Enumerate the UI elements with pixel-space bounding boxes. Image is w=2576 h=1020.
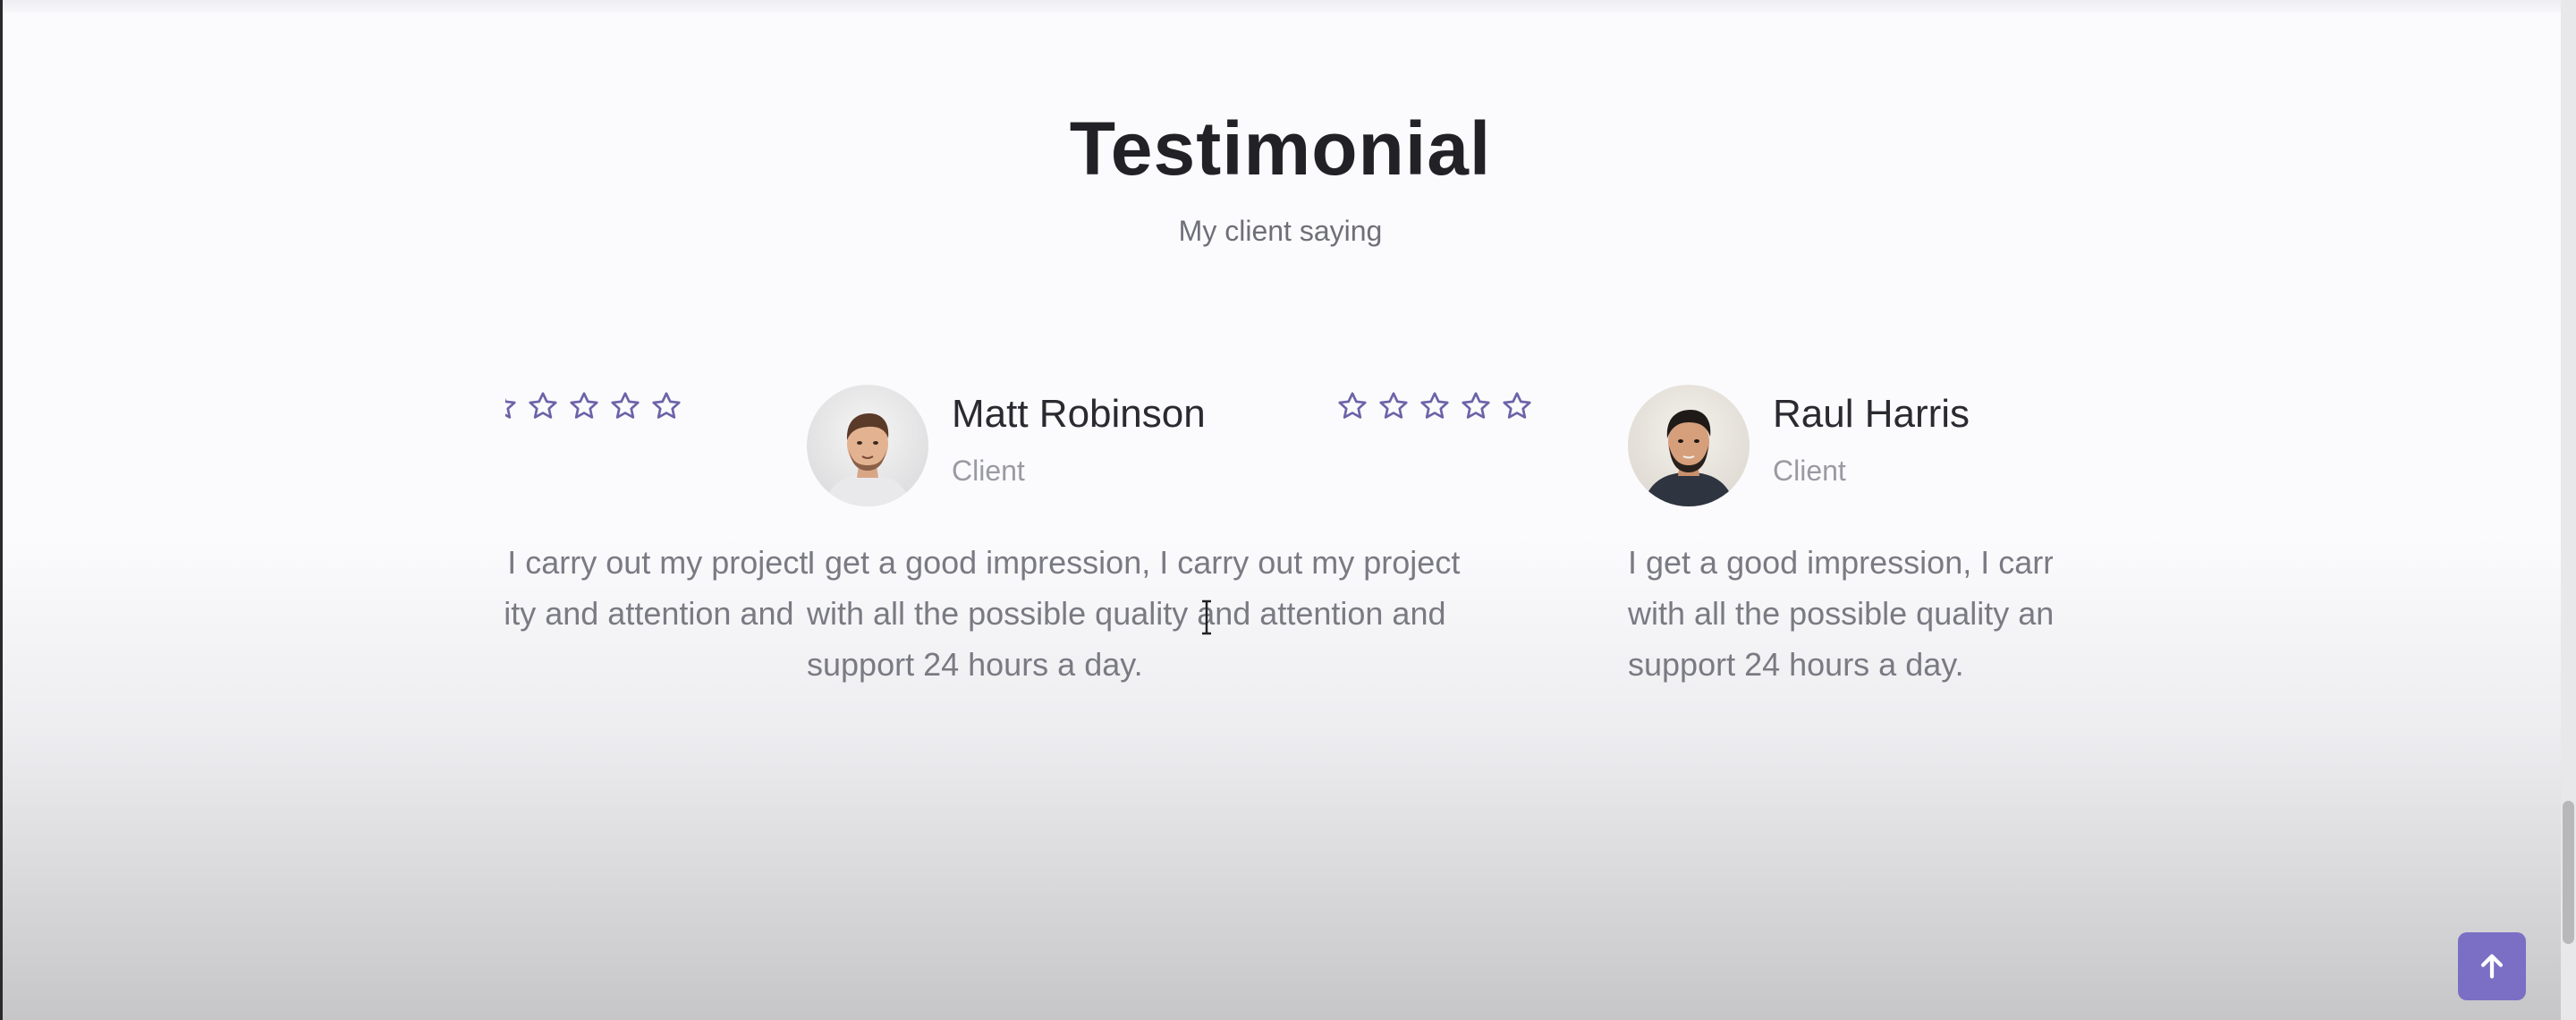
testimonial-name: Matt Robinson bbox=[952, 392, 1206, 436]
testimonial-quote: I get a good impression, I carry out my … bbox=[505, 544, 809, 632]
scrollbar-thumb[interactable] bbox=[2563, 801, 2574, 944]
star-outline-icon bbox=[650, 390, 682, 422]
testimonial-name: Raul Harris bbox=[1773, 392, 1970, 436]
star-outline-icon bbox=[1501, 390, 1533, 422]
text-cursor-icon bbox=[1199, 599, 1214, 635]
section-top-divider bbox=[3, 0, 2561, 13]
star-outline-icon bbox=[1377, 390, 1410, 422]
star-rating bbox=[1336, 390, 1533, 426]
section-subtitle: My client saying bbox=[1178, 215, 1383, 247]
avatar bbox=[807, 385, 928, 506]
testimonial-carousel[interactable]: I get a good impression, I carry out my … bbox=[505, 358, 2053, 716]
testimonial-card: Raul Harris Client I get a good impressi… bbox=[1628, 358, 2053, 716]
testimonial-role: Client bbox=[1773, 455, 1846, 487]
arrow-up-icon bbox=[2480, 954, 2504, 979]
star-outline-icon bbox=[527, 390, 559, 422]
section-title: Testimonial bbox=[1069, 106, 1492, 191]
star-outline-icon bbox=[609, 390, 641, 422]
testimonial-quote: I get a good impression, I carry out my … bbox=[807, 544, 1461, 683]
star-outline-icon bbox=[568, 390, 600, 422]
star-outline-icon bbox=[1419, 390, 1451, 422]
star-rating bbox=[505, 390, 682, 426]
testimonial-quote: I get a good impression, I carry out my … bbox=[1628, 544, 2053, 683]
scroll-to-top-button[interactable] bbox=[2458, 932, 2526, 1000]
star-outline-icon bbox=[1460, 390, 1492, 422]
star-outline-icon bbox=[505, 390, 518, 422]
star-outline-icon bbox=[1336, 390, 1368, 422]
page-scrollbar[interactable] bbox=[2561, 0, 2576, 1020]
testimonial-card: Matt Robinson Client I get a good impres… bbox=[807, 358, 1531, 716]
avatar bbox=[1628, 385, 1750, 506]
testimonial-role: Client bbox=[952, 455, 1025, 487]
